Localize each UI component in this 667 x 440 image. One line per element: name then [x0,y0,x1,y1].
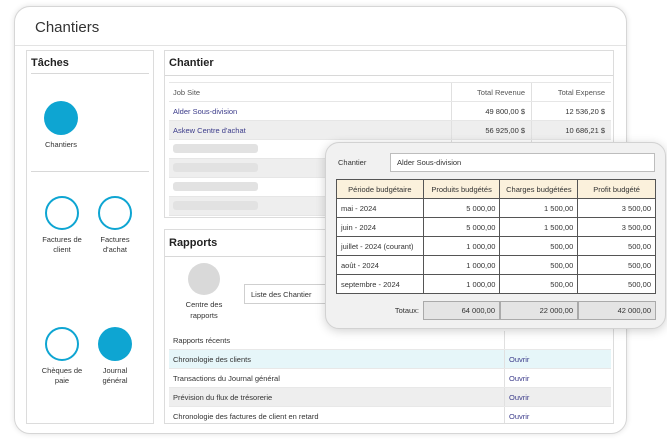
list-item[interactable]: Chronologie des clients Ouvrir [169,350,611,369]
chantier-title: Chantier [169,57,214,69]
column-header: Produits budgétés [422,179,501,199]
total-profit: 42 000,00 [578,301,656,320]
period-cell: août - 2024 [336,255,424,275]
charges-cell[interactable]: 500,00 [499,274,579,294]
window-title: Chantiers [35,19,100,36]
centre-rapports[interactable]: Centre des rapports [177,263,231,321]
divider [31,73,149,74]
open-link[interactable]: Ouvrir [504,388,611,406]
job-site-cell[interactable]: Alder Sous-division [169,107,451,116]
table-header: Période budgétaire Produits budgétés Cha… [336,179,656,199]
table-header: Job Site Total Revenue Total Expense [169,82,611,102]
totals-row: Totaux: 64 000,00 22 000,00 42 000,00 [336,301,656,320]
open-link[interactable]: Ouvrir [504,350,611,368]
chantiers-icon [44,101,78,135]
open-link[interactable]: Ouvrir [504,407,611,423]
report-name: Rapports récents [173,335,231,345]
produits-cell[interactable]: 5 000,00 [422,217,501,237]
column-header[interactable]: Total Revenue [451,83,531,101]
task-label: Factures de client [42,235,82,254]
list-item[interactable]: Transactions du Journal général Ouvrir [169,369,611,388]
column-header[interactable]: Job Site [169,88,451,97]
period-cell: mai - 2024 [336,198,424,218]
open-link [504,331,611,349]
total-produits: 64 000,00 [423,301,500,320]
chantier-label: Chantier [338,158,367,167]
taches-panel: Tâches Chantiers Factures de client Fact… [26,50,154,424]
report-name[interactable]: Transactions du Journal général [169,374,504,383]
column-header[interactable]: Total Expense [531,83,611,101]
charges-cell[interactable]: 500,00 [499,236,579,256]
table-row[interactable]: Alder Sous-division 49 800,00 $ 12 536,2… [169,102,611,121]
table-row: juillet - 2024 (courant) 1 000,00 500,00… [336,236,656,256]
report-list-select[interactable]: Liste des Chantier [244,284,334,304]
profit-cell: 500,00 [577,236,656,256]
table-row: juin - 2024 5 000,00 1 500,00 3 500,00 [336,217,656,237]
column-header: Profit budgété [577,179,656,199]
total-charges: 22 000,00 [500,301,578,320]
factures-achat-icon [98,196,132,230]
table-row[interactable]: Askew Centre d'achat 56 925,00 $ 10 686,… [169,121,611,140]
task-label: Chèques de paie [41,366,83,385]
revenue-cell: 49 800,00 $ [451,102,531,120]
column-header: Période budgétaire [336,179,424,199]
title-divider [15,45,626,46]
open-link[interactable]: Ouvrir [504,369,611,387]
profit-cell: 500,00 [577,274,656,294]
table-row: août - 2024 1 000,00 500,00 500,00 [336,255,656,275]
list-item: Rapports récents [169,331,611,350]
rapports-title: Rapports [169,237,218,249]
taches-title: Tâches [31,57,69,69]
column-header: Charges budgétées [499,179,579,199]
centre-rapports-icon [188,263,220,295]
profit-cell: 3 500,00 [577,198,656,218]
job-site-cell[interactable]: Askew Centre d'achat [169,126,451,135]
profit-cell: 500,00 [577,255,656,275]
table-row: septembre - 2024 1 000,00 500,00 500,00 [336,274,656,294]
reports-table: Rapports récents Chronologie des clients… [169,331,611,423]
budget-card: Chantier Alder Sous-division Période bud… [325,142,666,329]
chantier-field[interactable]: Alder Sous-division [390,153,655,172]
task-label: Journal général [102,366,128,385]
task-label: Factures d'achat [100,235,130,254]
report-name[interactable]: Chronologie des factures de client en re… [169,412,504,421]
report-name[interactable]: Chronologie des clients [169,355,504,364]
task-chantiers[interactable]: Chantiers [31,101,91,150]
charges-cell[interactable]: 500,00 [499,255,579,275]
centre-rapports-label: Centre des rapports [185,300,223,320]
produits-cell[interactable]: 5 000,00 [422,198,501,218]
task-label: Chantiers [44,140,78,149]
task-factures-achat[interactable]: Factures d'achat [85,196,145,255]
produits-cell[interactable]: 1 000,00 [422,274,501,294]
list-item[interactable]: Chronologie des factures de client en re… [169,407,611,423]
expense-cell: 10 686,21 $ [531,121,611,139]
divider [31,171,149,172]
charges-cell[interactable]: 1 500,00 [499,217,579,237]
produits-cell[interactable]: 1 000,00 [422,236,501,256]
expense-cell: 12 536,20 $ [531,102,611,120]
period-cell: septembre - 2024 [336,274,424,294]
table-row: mai - 2024 5 000,00 1 500,00 3 500,00 [336,198,656,218]
revenue-cell: 56 925,00 $ [451,121,531,139]
period-cell: juin - 2024 [336,217,424,237]
cheques-paie-icon [45,327,79,361]
period-cell: juillet - 2024 (courant) [336,236,424,256]
profit-cell: 3 500,00 [577,217,656,237]
list-item[interactable]: Prévision du flux de trésorerie Ouvrir [169,388,611,407]
totals-label: Totaux: [394,306,419,315]
task-journal-general[interactable]: Journal général [85,327,145,386]
produits-cell[interactable]: 1 000,00 [422,255,501,275]
journal-general-icon [98,327,132,361]
report-name[interactable]: Prévision du flux de trésorerie [169,393,504,402]
budget-table: Période budgétaire Produits budgétés Cha… [336,179,656,294]
charges-cell[interactable]: 1 500,00 [499,198,579,218]
factures-client-icon [45,196,79,230]
divider [165,75,613,76]
